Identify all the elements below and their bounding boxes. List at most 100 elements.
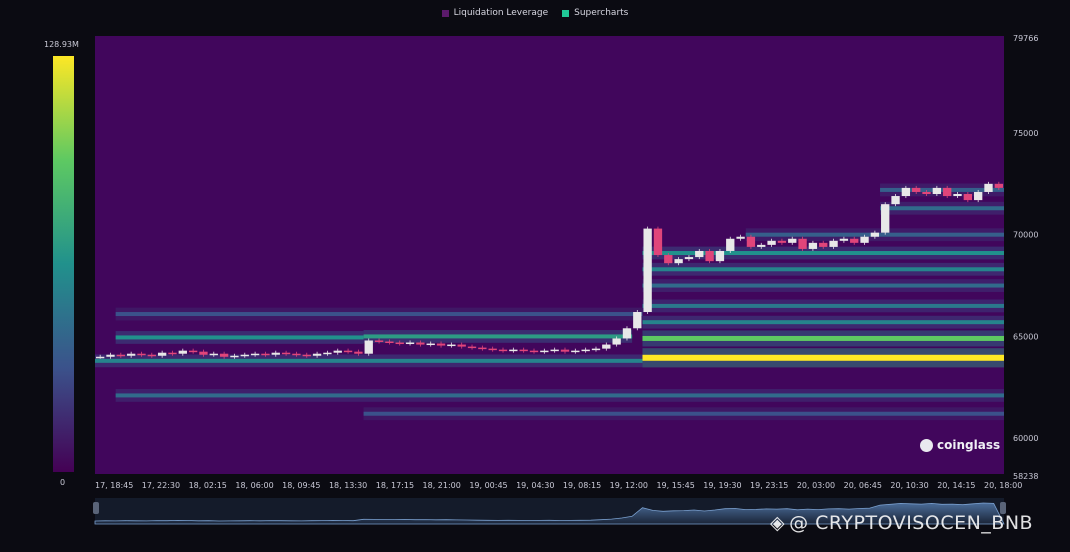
x-tick-label: 20, 03:00 <box>797 481 835 490</box>
candle-body <box>612 338 621 345</box>
candle-body <box>943 187 952 197</box>
candle-body <box>457 344 466 347</box>
candle-body <box>974 191 983 201</box>
candle-body <box>529 350 539 353</box>
candle-body <box>870 232 880 237</box>
candle-body <box>312 353 322 356</box>
candle-body <box>395 342 404 345</box>
liquidation-band <box>115 393 1005 398</box>
coinglass-logo: coinglass <box>920 438 1000 452</box>
candle-body <box>819 242 828 247</box>
candle-body <box>178 350 187 354</box>
candle-body <box>560 349 570 352</box>
candle-body <box>323 352 332 355</box>
candle-body <box>188 350 198 353</box>
candle-body <box>219 353 229 357</box>
x-tick-label: 20, 18:00 <box>984 481 1022 490</box>
candle-body <box>994 183 1003 188</box>
candle-body <box>591 348 601 351</box>
x-tick-label: 17, 22:30 <box>142 481 180 490</box>
x-tick-label: 20, 14:15 <box>937 481 975 490</box>
candle-body <box>726 238 735 251</box>
candle-body <box>881 204 890 233</box>
candle-body <box>798 238 807 249</box>
watermark: ◈ @ CRYPTOVISOCEN_BNB <box>770 512 1033 534</box>
candle-body <box>261 353 270 356</box>
candle-body <box>808 242 818 249</box>
candle-body <box>757 244 766 247</box>
x-tick-label: 19, 08:15 <box>563 481 601 490</box>
candle-body <box>829 240 838 247</box>
candle-body <box>209 353 218 356</box>
candle-body <box>664 255 673 264</box>
candle-body <box>912 187 921 192</box>
liquidation-band <box>880 206 1004 211</box>
candle-body <box>199 351 208 355</box>
candle-body <box>302 354 311 357</box>
coinglass-logo-icon <box>920 438 933 452</box>
candle-body <box>932 187 942 195</box>
candle-body <box>333 350 342 353</box>
candle-body <box>540 350 549 353</box>
candle-body <box>839 238 849 241</box>
candle-body <box>240 354 249 357</box>
candle-body <box>230 355 239 358</box>
candle-body <box>168 352 177 355</box>
candle-body <box>901 187 911 197</box>
watermark-text: @ CRYPTOVISOCEN_BNB <box>789 512 1034 534</box>
candle-body <box>250 353 260 356</box>
liquidation-band <box>642 320 1004 325</box>
candle-body <box>416 342 425 345</box>
candle-body <box>116 354 125 357</box>
candle-body <box>643 228 652 313</box>
y-tick-label: 79766 <box>1013 34 1038 43</box>
candle-body <box>498 349 508 352</box>
liquidation-band <box>363 334 633 339</box>
candle-body <box>281 352 291 355</box>
candle-body <box>736 236 745 239</box>
x-tick-label: 19, 23:15 <box>750 481 788 490</box>
watermark-diamond-icon: ◈ <box>770 512 786 534</box>
candle-body <box>157 352 167 356</box>
y-tick-label: 58238 <box>1013 472 1038 481</box>
liquidation-band <box>115 335 364 340</box>
y-tick-label: 60000 <box>1013 434 1038 443</box>
candle-body <box>447 344 456 347</box>
x-tick-label: 20, 10:30 <box>890 481 928 490</box>
x-tick-label: 19, 00:45 <box>469 481 507 490</box>
y-tick-label: 75000 <box>1013 129 1038 138</box>
colorbar-min-label: 0 <box>60 478 66 487</box>
candle-body <box>653 228 663 256</box>
candle-body <box>674 259 683 264</box>
candle-body <box>385 341 394 344</box>
candle-body <box>777 240 787 243</box>
candle-body <box>571 350 580 353</box>
candle-body <box>426 343 435 346</box>
candle-body <box>126 353 136 356</box>
candle-body <box>343 350 353 353</box>
x-tick-label: 18, 21:00 <box>423 481 461 490</box>
navigator-handle-left[interactable] <box>93 502 99 514</box>
y-tick-label: 65000 <box>1013 332 1038 341</box>
candle-body <box>436 343 446 346</box>
candle-body <box>147 354 156 357</box>
liquidation-band <box>642 354 1004 361</box>
candle-body <box>509 349 518 352</box>
candle-body <box>292 353 301 356</box>
x-tick-label: 19, 12:00 <box>610 481 648 490</box>
candle-body <box>364 340 373 354</box>
candle-body <box>705 250 714 262</box>
candle-body <box>622 328 632 339</box>
candle-body <box>695 250 704 258</box>
candle-body <box>405 342 415 345</box>
x-tick-label: 18, 13:30 <box>329 481 367 490</box>
x-tick-label: 17, 18:45 <box>95 481 133 490</box>
x-tick-label: 18, 02:15 <box>189 481 227 490</box>
x-tick-label: 18, 17:15 <box>376 481 414 490</box>
x-tick-label: 19, 19:30 <box>703 481 741 490</box>
candle-body <box>850 238 859 243</box>
y-axis: 79766 75000 70000 65000 60000 58238 <box>1013 34 1038 481</box>
candle-body <box>374 340 384 342</box>
candle-body <box>106 354 115 357</box>
candle-body <box>488 348 497 351</box>
